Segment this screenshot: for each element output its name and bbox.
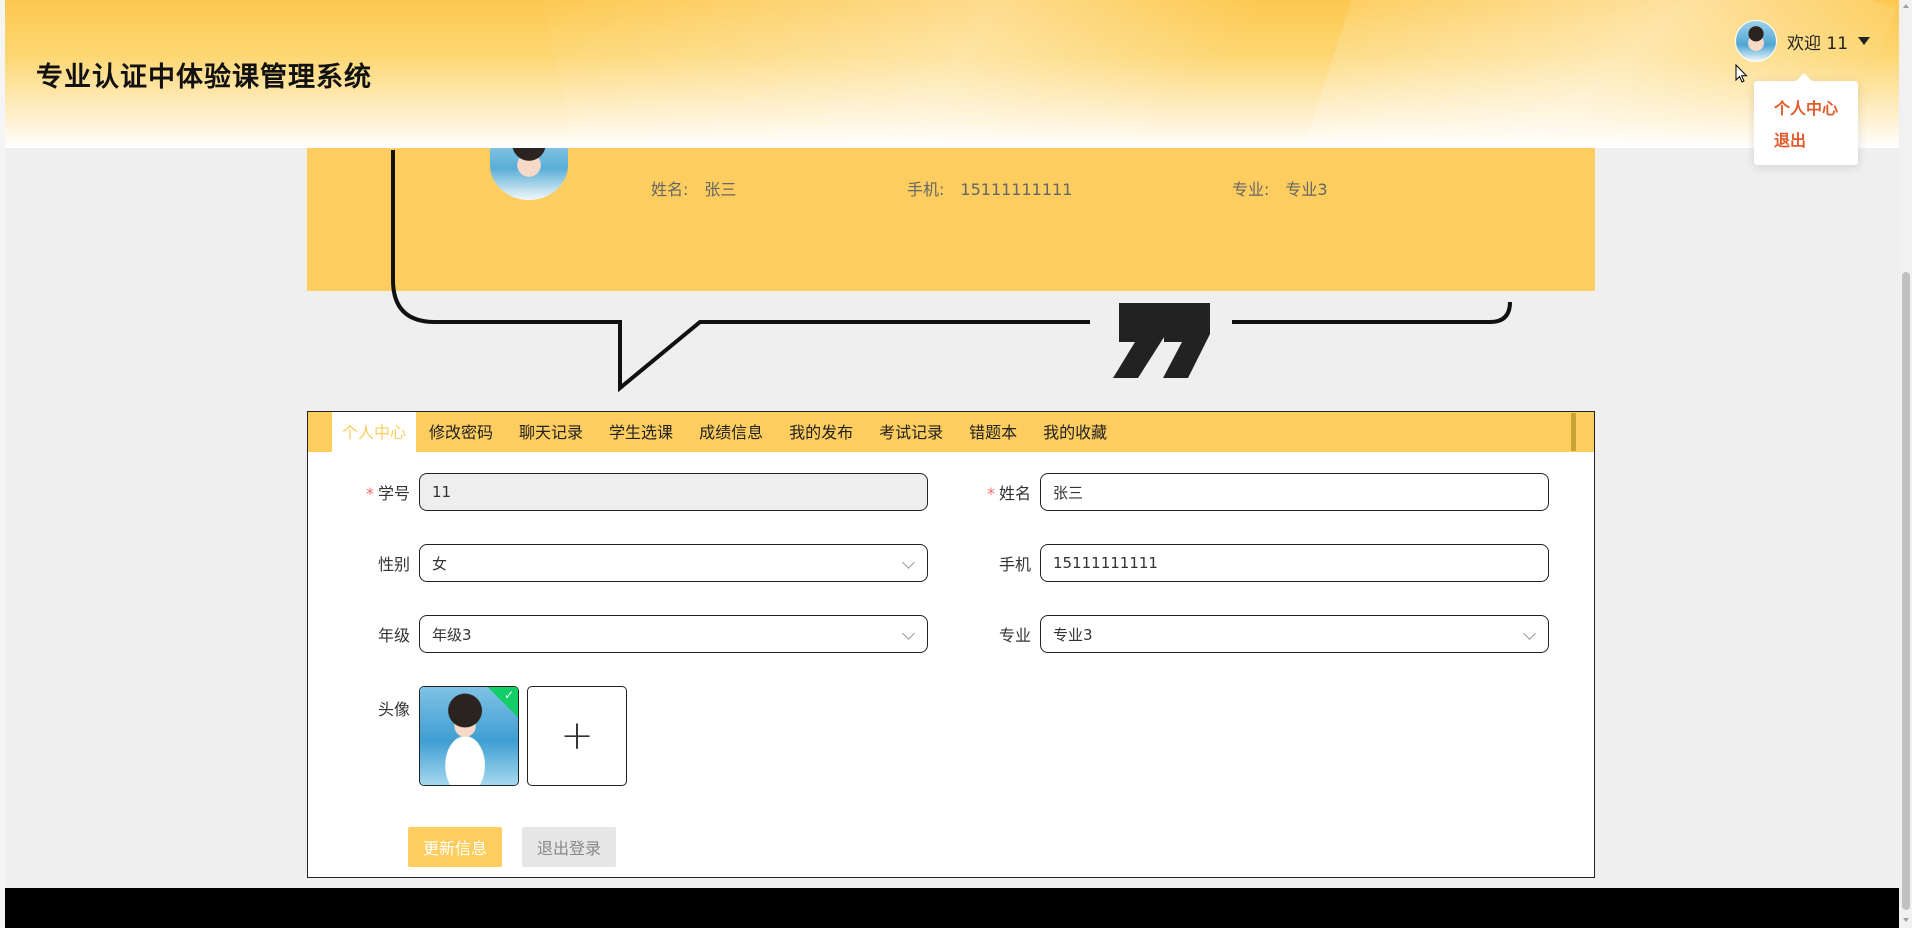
form-row-phone: 手机 15111111111 <box>971 544 1549 582</box>
dropdown-item-profile[interactable]: 个人中心 <box>1754 93 1858 125</box>
gender-select-value: 女 <box>432 554 448 573</box>
form-row-gender: 性别 女 <box>350 544 928 582</box>
student-id-label-text: 学号 <box>377 484 410 503</box>
phone-input[interactable]: 15111111111 <box>1040 544 1549 582</box>
required-mark: * <box>365 484 374 503</box>
name-label-text: 姓名 <box>998 484 1031 503</box>
major-label: 专业 <box>998 626 1031 645</box>
mouse-cursor-icon <box>1735 64 1748 83</box>
scrollbar-thumb[interactable] <box>1902 272 1910 910</box>
tab-bar: 个人中心 修改密码 聊天记录 学生选课 成绩信息 我的发布 考试记录 错题本 我… <box>308 412 1594 452</box>
user-avatar <box>1735 20 1777 62</box>
page-footer <box>5 888 1899 928</box>
phone-label: 手机 <box>998 555 1031 574</box>
page-scrollbar[interactable] <box>1900 0 1912 928</box>
tab-my-posts[interactable]: 我的发布 <box>776 412 866 452</box>
tab-exam-records[interactable]: 考试记录 <box>866 412 956 452</box>
avatar-upload-button[interactable]: + <box>527 686 627 786</box>
avatar-label: 头像 <box>377 700 410 719</box>
tab-change-password[interactable]: 修改密码 <box>416 412 506 452</box>
tab-wrong-questions[interactable]: 错题本 <box>956 412 1030 452</box>
quote-mark-icon <box>1113 303 1210 378</box>
scroll-down-icon[interactable] <box>1903 918 1909 922</box>
grade-select-value: 年级3 <box>432 625 472 644</box>
name-input[interactable]: 张三 <box>1040 473 1549 511</box>
chevron-down-icon <box>1523 627 1536 640</box>
gender-label: 性别 <box>377 555 410 574</box>
name-label: * 姓名 <box>971 480 1040 504</box>
speech-bubble-outline <box>391 150 1090 393</box>
update-info-button[interactable]: 更新信息 <box>408 827 502 867</box>
form-row-grade: 年级 年级3 <box>350 615 928 653</box>
user-menu-trigger[interactable]: 欢迎 11 <box>1735 20 1871 62</box>
gender-select[interactable]: 女 <box>419 544 928 582</box>
required-mark: * <box>986 484 995 503</box>
form-row-name: * 姓名 张三 <box>971 473 1549 511</box>
tab-profile[interactable]: 个人中心 <box>332 412 417 452</box>
grade-select[interactable]: 年级3 <box>419 615 928 653</box>
site-title: 专业认证中体验课管理系统 <box>36 62 372 93</box>
chevron-down-icon <box>902 556 915 569</box>
tab-grades[interactable]: 成绩信息 <box>686 412 776 452</box>
major-select-value: 专业3 <box>1053 625 1093 644</box>
user-dropdown-menu: 个人中心 退出 <box>1754 73 1858 165</box>
caret-down-icon <box>1858 37 1871 45</box>
tab-favorites[interactable]: 我的收藏 <box>1030 412 1120 452</box>
chevron-down-icon <box>902 627 915 640</box>
avatar-preview[interactable]: ✓ <box>419 686 519 786</box>
grade-label: 年级 <box>377 626 410 645</box>
check-icon: ✓ <box>503 688 514 702</box>
major-select[interactable]: 专业3 <box>1040 615 1549 653</box>
tab-chat-history[interactable]: 聊天记录 <box>506 412 596 452</box>
plus-icon: + <box>560 713 594 759</box>
student-id-input[interactable]: 11 <box>419 473 928 511</box>
logout-button[interactable]: 退出登录 <box>522 827 616 867</box>
speech-bubble-right-line <box>1232 301 1512 324</box>
tab-course-selection[interactable]: 学生选课 <box>596 412 686 452</box>
welcome-text: 欢迎 11 <box>1787 33 1849 54</box>
student-id-label: * 学号 <box>350 480 419 504</box>
dropdown-item-logout[interactable]: 退出 <box>1754 125 1858 157</box>
form-row-major: 专业 专业3 <box>971 615 1549 653</box>
site-header: 专业认证中体验课管理系统 欢迎 11 <box>5 0 1899 148</box>
profile-panel: 个人中心 修改密码 聊天记录 学生选课 成绩信息 我的发布 考试记录 错题本 我… <box>307 411 1595 878</box>
scroll-up-icon[interactable] <box>1903 4 1909 8</box>
form-row-student-id: * 学号 11 <box>350 473 928 511</box>
tab-scroll-indicator <box>1571 413 1576 451</box>
